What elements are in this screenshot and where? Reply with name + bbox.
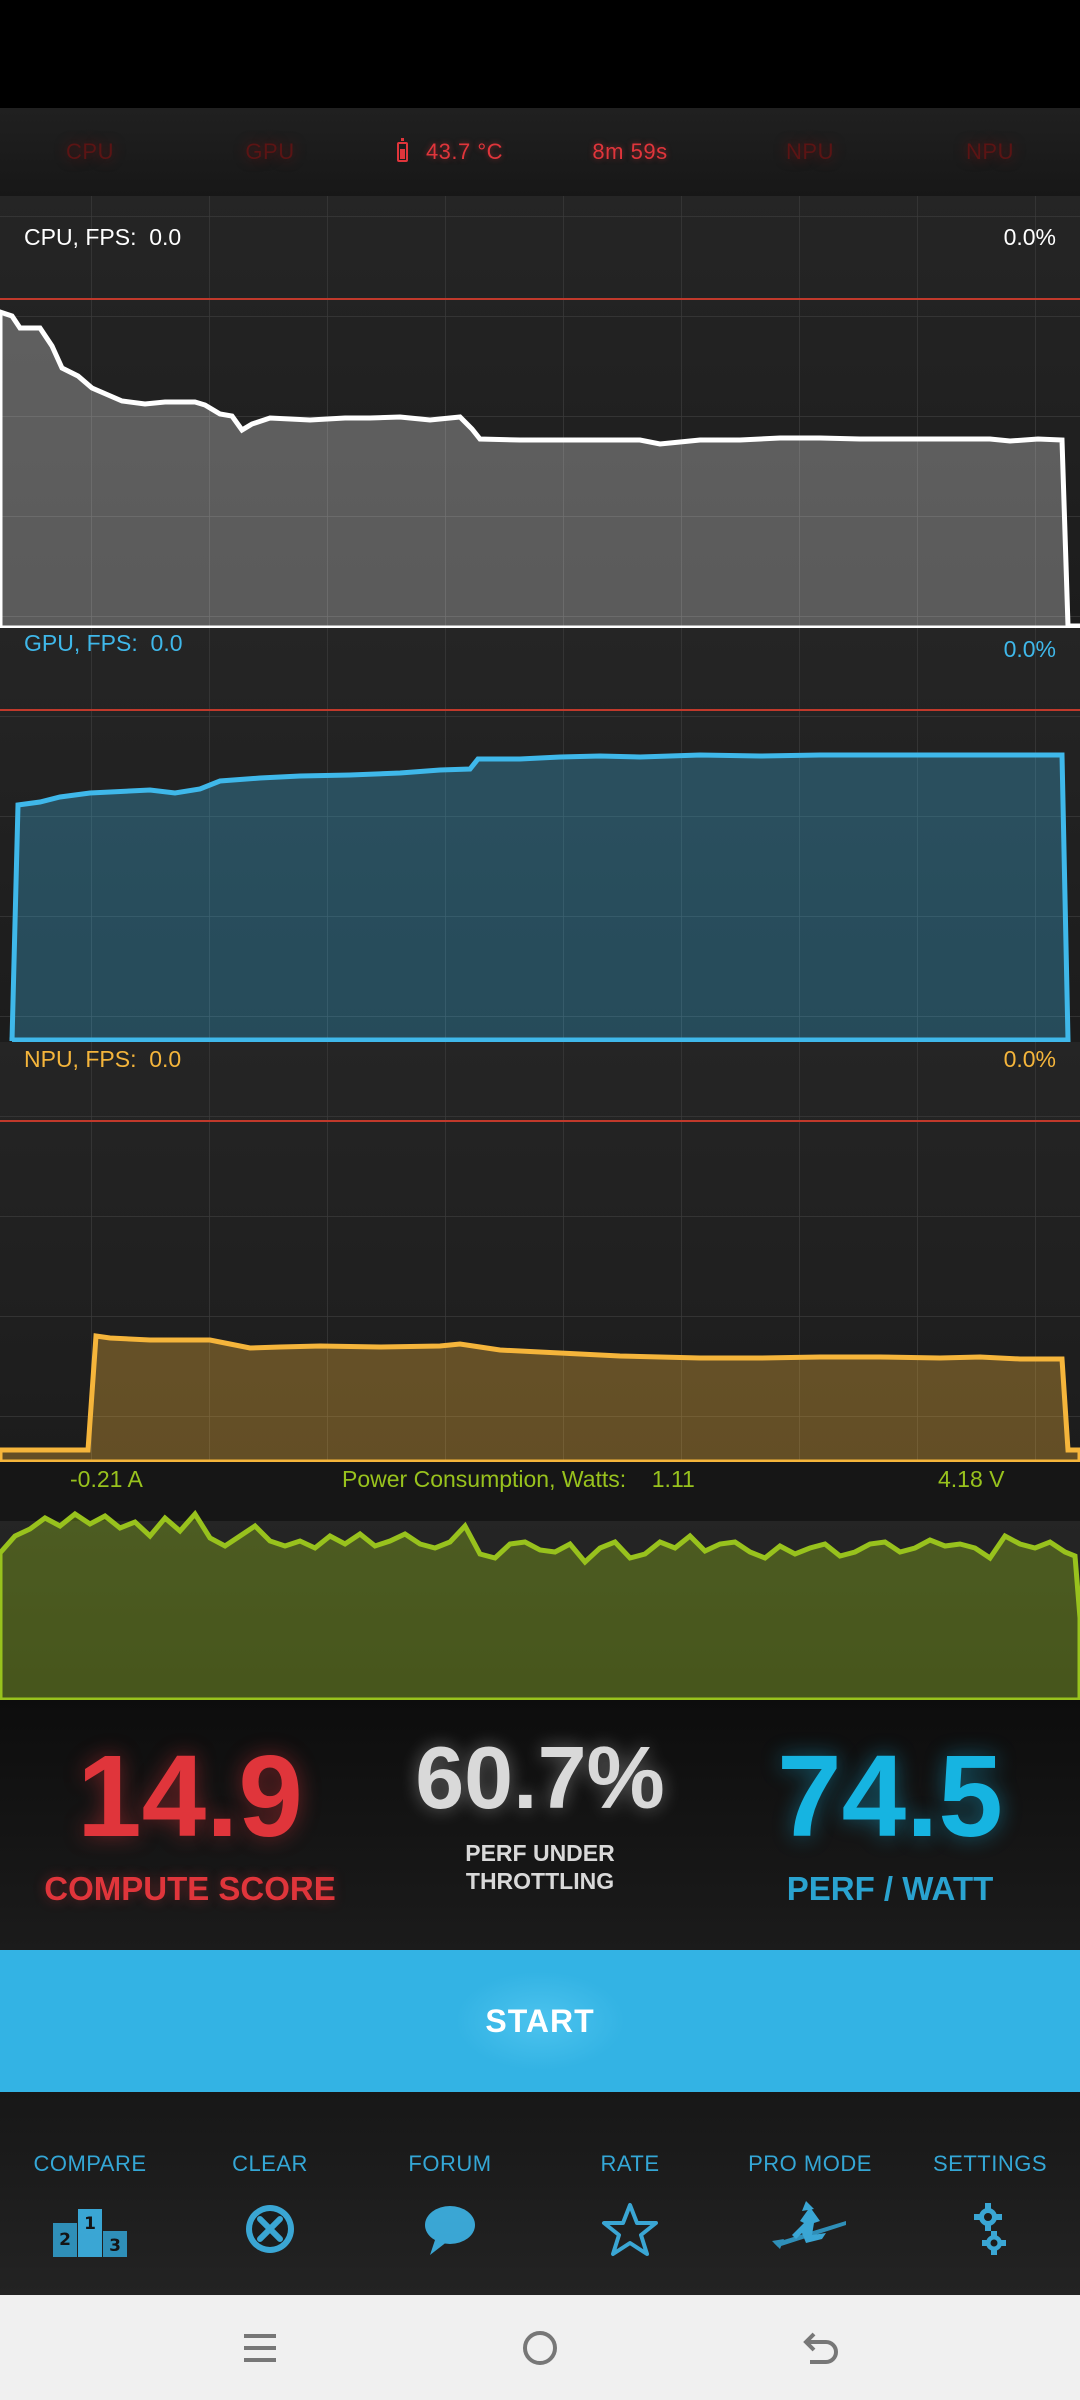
clear-label: CLEAR [232, 2151, 308, 2176]
witch-icon [772, 2201, 846, 2249]
compute-score: 14.9 COMPUTE SCORE [20, 1700, 360, 1950]
perf-watt-label: PERF / WATT [786, 1870, 994, 1907]
graphs-panel: CPU, FPS: 0.0 0.0% GPU, FPS: 0.0 0.0% NP… [0, 196, 1080, 1700]
forum-button[interactable]: FORUM [360, 2092, 540, 2295]
tab-gpu[interactable]: GPU [180, 139, 360, 165]
rate-label: RATE [600, 2151, 660, 2176]
cpu-fps-value: 0.0 [149, 224, 182, 250]
tab-npu-2[interactable]: NPU [900, 139, 1080, 165]
npu-graph [0, 1042, 1080, 1465]
back-button[interactable] [790, 2318, 850, 2378]
compute-score-value: 14.9 [77, 1731, 303, 1861]
gear-icon [974, 2203, 1006, 2255]
tab-duration[interactable]: 8m 59s [540, 139, 720, 165]
battery-icon [396, 138, 408, 162]
settings-button[interactable]: SETTINGS [900, 2092, 1080, 2295]
gpu-percent: 0.0% [1003, 636, 1056, 662]
bottom-toolbar: COMPARE 2 1 3 CLEAR FORUM RATE PRO MODE [0, 2092, 1080, 2295]
cpu-graph [0, 196, 1080, 631]
tab-npu-1[interactable]: NPU [720, 139, 900, 165]
tab-temperature[interactable]: 43.7 °C [360, 138, 540, 165]
gpu-line [9, 752, 1071, 1043]
power-voltage: 4.18 V [938, 1466, 1005, 1492]
rate-button[interactable]: RATE [540, 2092, 720, 2295]
pro-mode-button[interactable]: PRO MODE [720, 2092, 900, 2295]
svg-text:1: 1 [84, 2214, 96, 2234]
svg-text:2: 2 [59, 2230, 71, 2250]
cpu-percent: 0.0% [1003, 224, 1056, 250]
compare-label: COMPARE [33, 2151, 147, 2176]
npu-percent: 0.0% [1003, 1046, 1056, 1072]
throttling-score-value: 60.7% [415, 1728, 665, 1827]
power-current: -0.21 A [70, 1466, 143, 1492]
home-button[interactable] [510, 2318, 570, 2378]
perf-watt-score: 74.5 PERF / WATT [720, 1700, 1060, 1950]
gpu-fps-value: 0.0 [150, 630, 183, 656]
npu-fps-value: 0.0 [149, 1046, 182, 1072]
clear-circle-icon [246, 2205, 294, 2253]
podium-icon: 2 1 3 [53, 2209, 127, 2257]
svg-text:3: 3 [109, 2236, 121, 2256]
start-button[interactable]: START [0, 1950, 1080, 2092]
power-graph [0, 1462, 1080, 1700]
star-icon [602, 2203, 658, 2256]
compare-button[interactable]: COMPARE 2 1 3 [0, 2092, 180, 2295]
status-bar [0, 0, 1080, 108]
speech-bubble-icon [425, 2206, 475, 2255]
menu-icon [244, 2333, 276, 2362]
forum-label: FORUM [408, 2151, 492, 2176]
throttling-score: 60.7% PERF UNDER THROTTLING [370, 1700, 710, 1950]
settings-label: SETTINGS [932, 2151, 1047, 2176]
cpu-fps-label: CPU, FPS: 0.0 [24, 224, 182, 250]
power-watts-value: 1.11 [651, 1466, 695, 1492]
home-icon [523, 2330, 557, 2365]
npu-fps-label: NPU, FPS: 0.0 [24, 1046, 182, 1072]
throttling-score-label: PERF UNDER THROTTLING [465, 1840, 615, 1894]
gpu-fps-label: GPU, FPS: 0.0 [24, 630, 183, 656]
perf-watt-value: 74.5 [777, 1731, 1003, 1861]
gpu-graph [0, 628, 1080, 1043]
power-consumption-label: Power Consumption, Watts: 1.11 [342, 1466, 695, 1492]
pro-mode-label: PRO MODE [748, 2151, 872, 2176]
score-panel: 14.9 COMPUTE SCORE 60.7% PERF UNDER THRO… [0, 1700, 1080, 1950]
menu-button[interactable] [230, 2318, 290, 2378]
system-nav-bar [0, 2295, 1080, 2400]
compute-score-label: COMPUTE SCORE [44, 1870, 336, 1907]
tab-cpu[interactable]: CPU [0, 139, 180, 165]
start-button-label: START [485, 2002, 595, 2039]
back-icon [803, 2332, 838, 2364]
clear-button[interactable]: CLEAR [180, 2092, 360, 2295]
monitor-tabs: CPU GPU 43.7 °C 8m 59s NPU NPU [0, 108, 1080, 196]
